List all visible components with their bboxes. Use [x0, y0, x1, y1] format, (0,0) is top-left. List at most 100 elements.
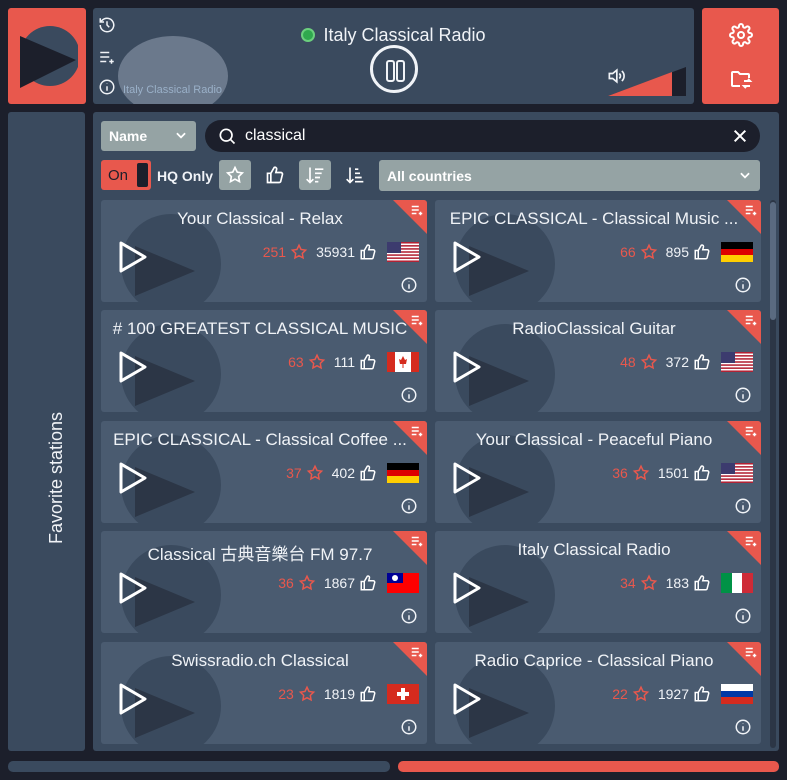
station-card[interactable]: Classical 古典音樂台 FM 97.7 36 1867: [101, 531, 427, 633]
country-flag-icon: [387, 242, 419, 262]
sort-descending-button[interactable]: [299, 160, 331, 190]
sort-by-likes-button[interactable]: [259, 160, 291, 190]
playlist-add-icon[interactable]: [743, 313, 759, 327]
country-select[interactable]: All countries: [379, 160, 760, 191]
play-icon[interactable]: [117, 571, 149, 605]
sort-by-votes-button[interactable]: [219, 160, 251, 190]
playlist-add-icon[interactable]: [409, 203, 425, 217]
star-icon[interactable]: [640, 243, 658, 261]
now-playing-title: Italy Classical Radio: [93, 25, 694, 46]
vote-count: 36: [278, 575, 294, 591]
info-icon[interactable]: [400, 276, 418, 294]
play-icon[interactable]: [117, 350, 149, 384]
station-title: EPIC CLASSICAL - Classical Coffee ...: [113, 430, 407, 449]
play-icon[interactable]: [451, 350, 483, 384]
star-icon[interactable]: [308, 353, 326, 371]
station-card[interactable]: Your Classical - Peaceful Piano 36 1501: [435, 421, 761, 523]
chevron-down-icon: [176, 132, 186, 139]
play-icon[interactable]: [451, 240, 483, 274]
playlist-add-icon[interactable]: [409, 424, 425, 438]
click-count: 1501: [657, 465, 689, 481]
search-input[interactable]: [245, 127, 725, 145]
info-icon[interactable]: [734, 718, 752, 736]
star-icon: [225, 165, 245, 184]
playlist-add-icon[interactable]: [409, 313, 425, 327]
info-icon[interactable]: [734, 607, 752, 625]
info-icon[interactable]: [400, 386, 418, 404]
info-icon[interactable]: [734, 276, 752, 294]
info-icon[interactable]: [400, 607, 418, 625]
thumbs-up-icon[interactable]: [359, 464, 377, 482]
playlist-add-icon[interactable]: [743, 534, 759, 548]
pause-button[interactable]: [370, 45, 418, 93]
info-icon[interactable]: [734, 497, 752, 515]
playlist-add-icon[interactable]: [409, 534, 425, 548]
app-logo-tile[interactable]: [8, 8, 86, 104]
station-title: Italy Classical Radio: [517, 540, 671, 559]
thumbs-up-icon[interactable]: [693, 574, 711, 592]
thumbs-up-icon[interactable]: [359, 685, 377, 703]
station-card[interactable]: Italy Classical Radio 34 183: [435, 531, 761, 633]
favorite-stations-sidebar[interactable]: Favorite stations: [8, 112, 85, 751]
sort-ascending-button[interactable]: [339, 160, 371, 190]
star-icon[interactable]: [298, 574, 316, 592]
sort-by-value: Name: [109, 128, 148, 144]
station-stats: 251 35931: [263, 242, 419, 262]
thumbs-up-icon[interactable]: [359, 243, 377, 261]
station-card[interactable]: Swissradio.ch Classical 23 1819: [101, 642, 427, 744]
playlist-add-icon[interactable]: [743, 203, 759, 217]
star-icon[interactable]: [632, 464, 650, 482]
star-icon[interactable]: [640, 574, 658, 592]
gear-icon[interactable]: [729, 23, 753, 47]
play-icon[interactable]: [117, 682, 149, 716]
play-icon[interactable]: [451, 461, 483, 495]
play-icon[interactable]: [117, 461, 149, 495]
playlist-add-icon[interactable]: [409, 645, 425, 659]
info-icon[interactable]: [400, 718, 418, 736]
thumbs-up-icon[interactable]: [359, 574, 377, 592]
station-card[interactable]: # 100 GREATEST CLASSICAL MUSIC 63 111: [101, 310, 427, 412]
scrollbar-thumb[interactable]: [770, 202, 776, 320]
station-card[interactable]: Your Classical - Relax 251 35931: [101, 200, 427, 302]
sort-descending-icon: [306, 167, 324, 184]
close-icon[interactable]: [732, 128, 748, 144]
volume-slider[interactable]: [608, 67, 686, 96]
vote-count: 22: [612, 686, 628, 702]
star-icon[interactable]: [298, 685, 316, 703]
station-title: Your Classical - Peaceful Piano: [475, 430, 713, 449]
play-icon[interactable]: [117, 240, 149, 274]
hq-only-label: HQ Only: [157, 168, 214, 184]
thumbs-up-icon[interactable]: [693, 243, 711, 261]
thumbs-up-icon[interactable]: [693, 353, 711, 371]
info-icon[interactable]: [400, 497, 418, 515]
hq-only-toggle[interactable]: On: [101, 160, 151, 190]
station-stats: 66 895: [620, 242, 753, 262]
playlist-add-icon[interactable]: [743, 424, 759, 438]
play-icon[interactable]: [451, 571, 483, 605]
scrollbar[interactable]: [770, 200, 776, 748]
playlist-add-icon[interactable]: [98, 48, 116, 66]
info-icon[interactable]: [734, 386, 752, 404]
station-stats: 22 1927: [612, 684, 753, 704]
country-flag-icon: [721, 573, 753, 593]
star-icon[interactable]: [290, 243, 308, 261]
star-icon[interactable]: [306, 464, 324, 482]
station-card[interactable]: RadioClassical Guitar 48 372: [435, 310, 761, 412]
station-card[interactable]: EPIC CLASSICAL - Classical Coffee ... 37 4…: [101, 421, 427, 523]
folder-sync-icon[interactable]: [729, 67, 753, 91]
thumbs-up-icon[interactable]: [693, 464, 711, 482]
playlist-add-icon[interactable]: [743, 645, 759, 659]
star-icon[interactable]: [640, 353, 658, 371]
player-panel: Italy Classical Radio Italy Classical Ra…: [93, 8, 694, 104]
sort-by-select[interactable]: Name: [101, 121, 196, 151]
star-icon[interactable]: [632, 685, 650, 703]
play-icon[interactable]: [451, 682, 483, 716]
info-icon[interactable]: [98, 78, 116, 96]
thumbs-up-icon[interactable]: [693, 685, 711, 703]
station-card[interactable]: EPIC CLASSICAL - Classical Music ... 66 89…: [435, 200, 761, 302]
station-title: Classical 古典音樂台 FM 97.7: [147, 545, 373, 564]
thumbs-up-icon: [266, 166, 284, 184]
station-title: EPIC CLASSICAL - Classical Music ...: [449, 209, 739, 228]
thumbs-up-icon[interactable]: [359, 353, 377, 371]
station-card[interactable]: Radio Caprice - Classical Piano 22 1927: [435, 642, 761, 744]
